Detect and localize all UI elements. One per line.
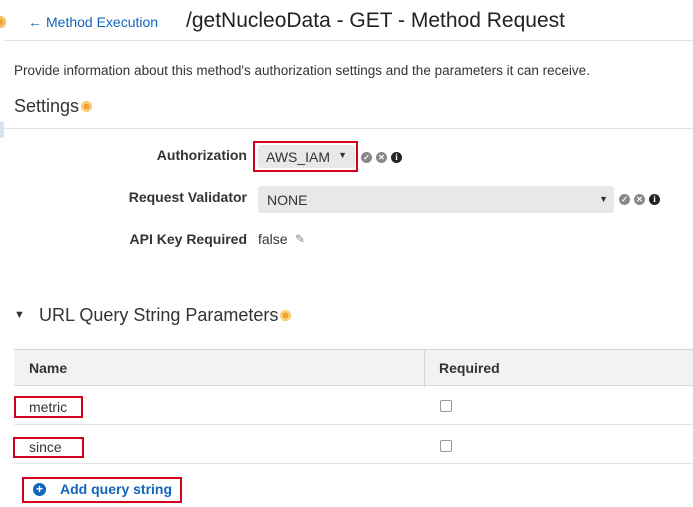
param-name[interactable]: since	[29, 439, 62, 455]
settings-title: Settings	[14, 96, 80, 116]
request-validator-label: Request Validator	[128, 189, 247, 205]
authorization-actions: ✓ ✕ i	[361, 152, 402, 163]
request-validator-actions: ✓ ✕ i	[619, 194, 660, 205]
add-query-string-label: Add query string	[60, 481, 173, 497]
method-execution-link[interactable]: ← Method Execution	[28, 14, 158, 30]
required-checkbox[interactable]	[440, 440, 452, 452]
column-header-required: Required	[439, 360, 500, 376]
page-description: Provide information about this method's …	[14, 63, 590, 78]
add-query-string-button[interactable]: + Add query string	[33, 481, 172, 497]
url-query-params-info-icon[interactable]	[280, 309, 292, 321]
cancel-icon[interactable]: ✕	[376, 152, 387, 163]
pencil-edit-icon[interactable]: ✎	[295, 232, 305, 246]
url-query-params-title: URL Query String Parameters	[39, 305, 279, 325]
column-divider	[424, 350, 425, 387]
title-divider	[4, 40, 693, 41]
confirm-icon[interactable]: ✓	[619, 194, 630, 205]
left-rail	[0, 0, 4, 507]
table-row: metric	[14, 386, 693, 425]
param-name[interactable]: metric	[29, 399, 67, 415]
settings-divider	[4, 128, 693, 129]
rail-marker	[0, 122, 4, 138]
request-validator-value: NONE	[267, 191, 308, 208]
authorization-select[interactable]: AWS_IAM ▼	[258, 145, 355, 168]
request-validator-select[interactable]: NONE ▼	[258, 186, 614, 213]
authorization-label: Authorization	[156, 147, 247, 163]
info-icon[interactable]: i	[391, 152, 402, 163]
authorization-value: AWS_IAM	[266, 148, 331, 165]
info-icon[interactable]: i	[649, 194, 660, 205]
url-query-params-heading[interactable]: URL Query String Parameters	[39, 305, 292, 326]
page-title: /getNucleoData - GET - Method Request	[186, 9, 565, 32]
collapse-triangle-icon[interactable]: ▼	[14, 309, 25, 321]
settings-heading: Settings	[14, 96, 93, 117]
table-header-row: Name Required	[14, 349, 693, 387]
cancel-icon[interactable]: ✕	[634, 194, 645, 205]
chevron-down-icon: ▼	[599, 194, 608, 204]
api-key-required-label: API Key Required	[129, 231, 247, 247]
table-row: since	[13, 425, 693, 464]
settings-info-icon[interactable]	[81, 100, 93, 112]
method-execution-label: Method Execution	[46, 14, 159, 30]
column-header-name: Name	[29, 360, 68, 376]
required-checkbox[interactable]	[440, 400, 452, 412]
plus-circle-icon: +	[33, 482, 46, 496]
confirm-icon[interactable]: ✓	[361, 152, 372, 163]
chevron-down-icon: ▼	[338, 150, 347, 160]
rail-info-icon	[0, 16, 6, 28]
api-key-required-value: false	[258, 231, 288, 247]
back-arrow-icon: ←	[28, 14, 42, 30]
